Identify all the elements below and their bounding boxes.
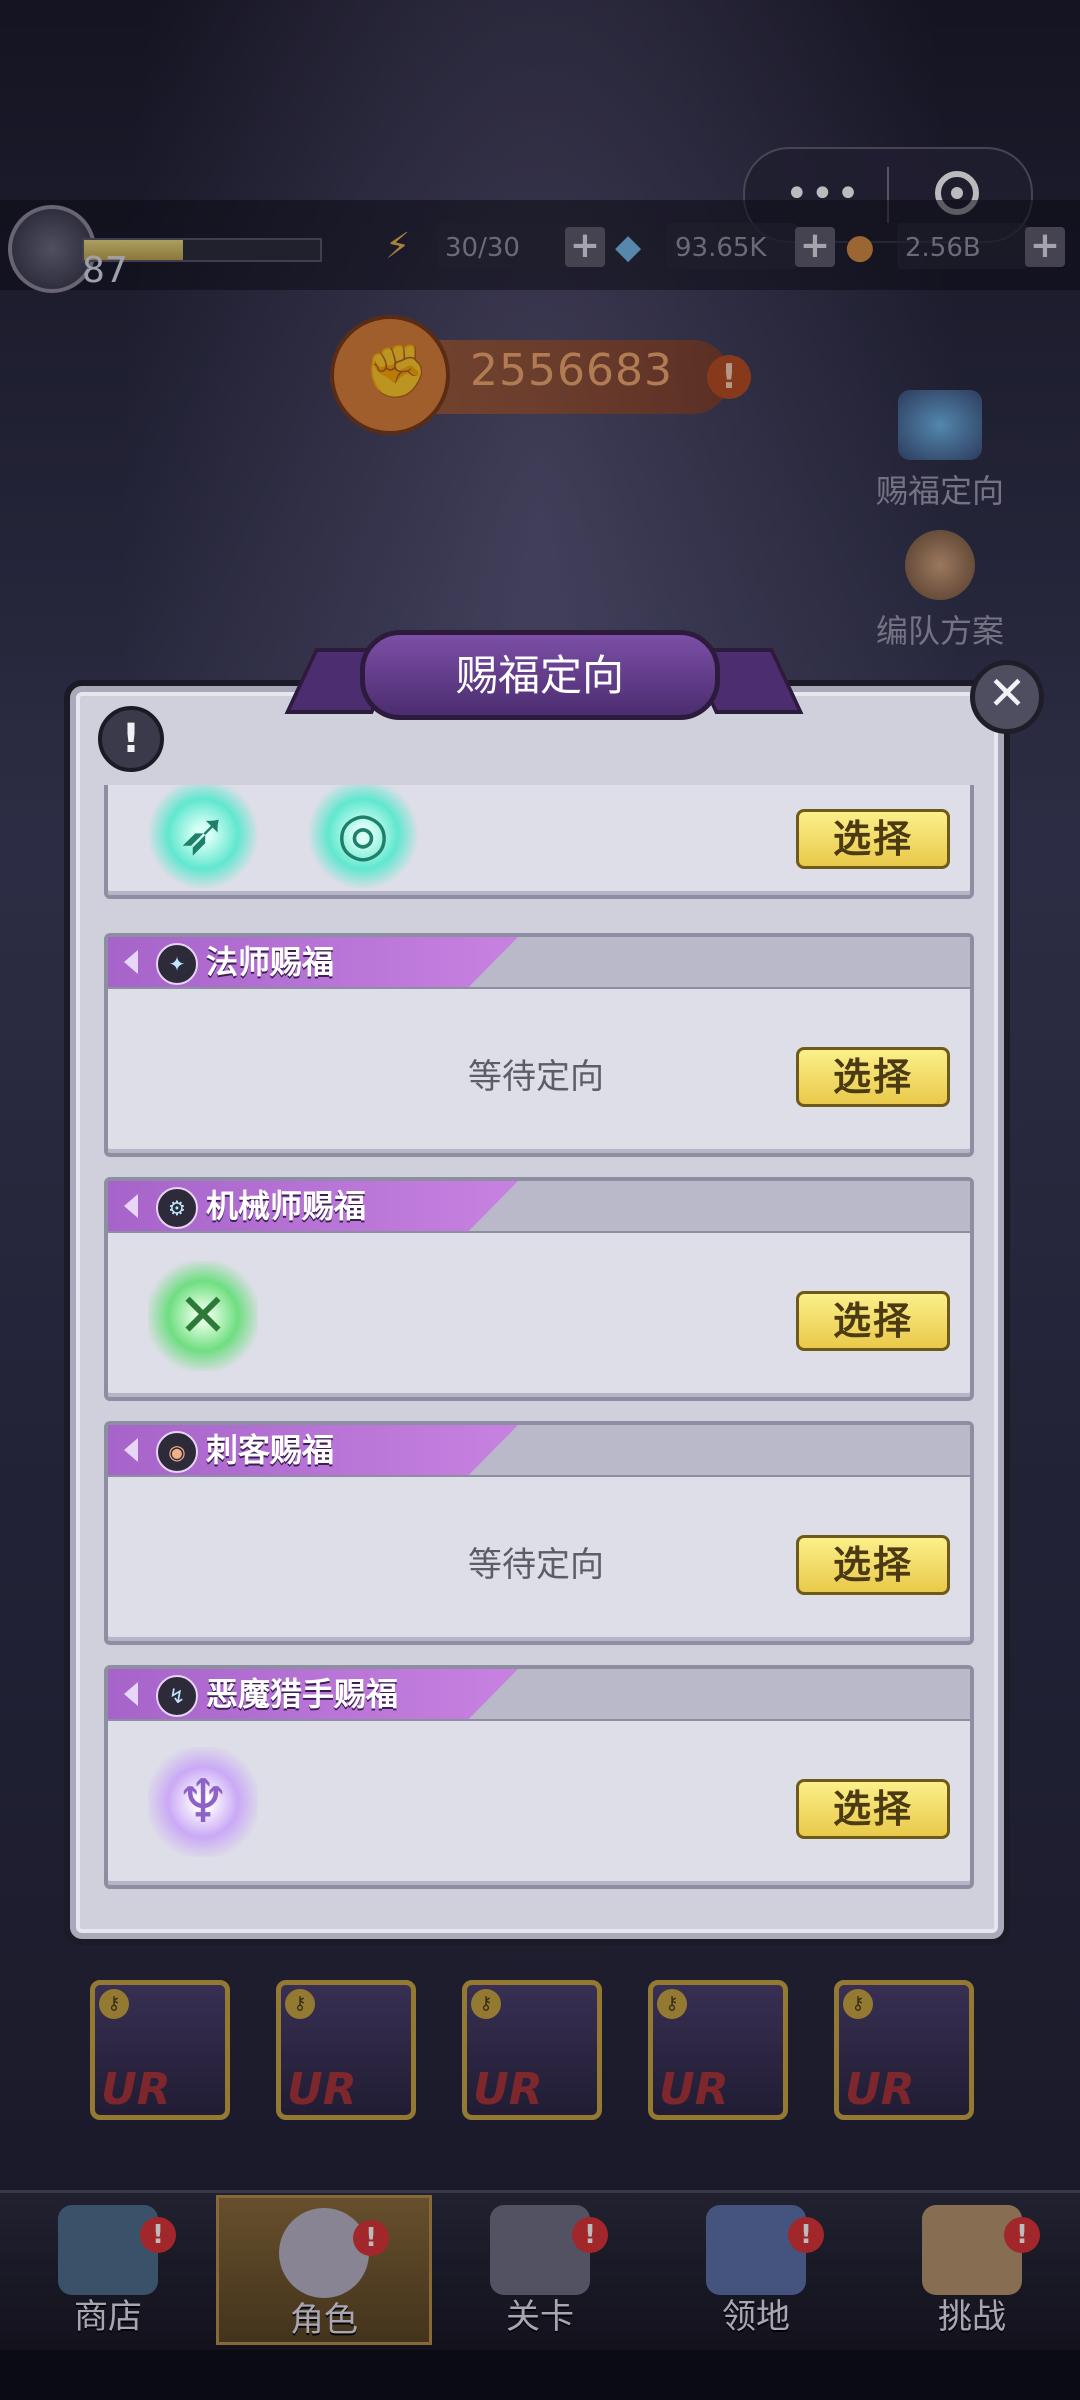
card-tag: ◉ 刺客赐福 [108,1425,518,1475]
notification-badge: ! [788,2217,824,2253]
nav-shop-label: 商店 [74,2297,142,2337]
castle-icon [706,2205,806,2295]
select-button[interactable]: 选择 [796,1779,950,1839]
notification-badge: ! [1004,2217,1040,2253]
gem-resource: ◆ 93.65K + [615,223,835,273]
tag-arrow-icon [124,950,138,974]
add-energy-button[interactable]: + [565,227,605,267]
hero-rarity: UR [845,2064,915,2115]
blessing-card-mechanic: ⚙ 机械师赐福 ✕ 选择 [104,1177,974,1401]
hero-card[interactable]: ⚷ UR [90,1980,230,2120]
blessing-card-demon-hunter: ↯ 恶魔猎手赐福 ♆ 选择 [104,1665,974,1889]
waiting-text: 等待定向 [468,1545,604,1585]
notification-badge: ! [353,2220,389,2256]
role-icon [279,2208,369,2298]
nav-challenge[interactable]: 挑战 ! [864,2195,1080,2345]
blessing-side-label: 赐福定向 [875,472,1004,510]
key-icon: ⚷ [471,1989,501,2019]
energy-resource: ⚡ 30/30 + [385,223,605,273]
blessing-altar-icon [898,390,982,460]
crossed-swords-icon [490,2205,590,2295]
formation-doll-icon [905,530,975,600]
select-button[interactable]: 选择 [796,1291,950,1351]
key-icon: ⚷ [99,1989,129,2019]
system-home-bar [0,2350,1080,2400]
shop-icon [58,2205,158,2295]
card-tag: ⚙ 机械师赐福 [108,1181,518,1231]
close-icon[interactable]: ✕ [970,660,1044,734]
gem-value: 93.65K [667,223,797,269]
hero-card[interactable]: ⚷ UR [648,1980,788,2120]
tag-arrow-icon [124,1438,138,1462]
swirl-icon: ◉ [156,1431,198,1473]
gear-icon: ⚙ [156,1187,198,1229]
energy-icon: ⚡ [385,226,411,267]
key-icon: ⚷ [657,1989,687,2019]
boot-icon: ↯ [156,1675,198,1717]
blessing-side-button[interactable]: 赐福定向 [860,390,1020,512]
blessing-card-assassin: ◉ 刺客赐福 等待定向 选择 [104,1421,974,1645]
hero-rarity: UR [473,2064,543,2115]
key-icon: ⚷ [285,1989,315,2019]
claw-strike-icon: ➶ [148,785,258,889]
select-button[interactable]: 选择 [796,809,950,869]
blessing-card-mage: ✦ 法师赐福 等待定向 选择 [104,933,974,1157]
nav-role[interactable]: 角色 ! [216,2195,432,2345]
wrench-tools-icon: ✕ [148,1261,258,1371]
formation-side-label: 编队方案 [875,612,1004,650]
nav-stage-label: 关卡 [506,2297,574,2337]
select-button[interactable]: 选择 [796,1535,950,1595]
formation-side-button[interactable]: 编队方案 [860,530,1020,652]
coin-resource: ● 2.56B + [845,223,1075,273]
power-info-button[interactable]: ! [707,355,751,399]
notification-badge: ! [140,2217,176,2253]
staff-icon: ✦ [156,943,198,985]
nav-territory[interactable]: 领地 ! [648,2195,864,2345]
hero-rarity: UR [659,2064,729,2115]
nav-territory-label: 领地 [722,2297,790,2337]
hero-rarity: UR [101,2064,171,2115]
blessing-list[interactable]: ➶ ◎ 选择 ✦ 法师赐福 等待定向 选择 ⚙ 机械师赐福 ✕ 选择 ◉ 刺客赐… [104,785,974,1895]
nav-challenge-label: 挑战 [938,2297,1006,2337]
hero-card[interactable]: ⚷ UR [276,1980,416,2120]
scroll-map-icon [922,2205,1022,2295]
bullet-target-icon: ◎ [308,785,418,889]
card-label: 法师赐福 [206,943,335,981]
add-gem-button[interactable]: + [795,227,835,267]
info-icon[interactable]: ! [98,706,164,772]
key-icon: ⚷ [843,1989,873,2019]
fist-icon: ✊ [330,315,450,435]
hero-rarity: UR [287,2064,357,2115]
coin-value: 2.56B [897,223,1027,269]
tag-arrow-icon [124,1194,138,1218]
blessing-card-first: ➶ ◎ 选择 [104,785,974,899]
gem-icon: ◆ [615,227,642,267]
coin-icon: ● [845,227,875,267]
spiral-totem-icon: ♆ [148,1747,258,1857]
card-label: 恶魔猎手赐福 [206,1675,399,1713]
nav-shop[interactable]: 商店 ! [0,2195,216,2345]
notification-badge: ! [572,2217,608,2253]
card-tag: ✦ 法师赐福 [108,937,518,987]
energy-value: 30/30 [437,223,567,269]
add-coin-button[interactable]: + [1025,227,1065,267]
modal-title: 赐福定向 [360,630,720,720]
hero-card[interactable]: ⚷ UR [462,1980,602,2120]
tag-arrow-icon [124,1682,138,1706]
card-tag: ↯ 恶魔猎手赐福 [108,1669,518,1719]
nav-stage[interactable]: 关卡 ! [432,2195,648,2345]
waiting-text: 等待定向 [468,1057,604,1097]
power-value: 2556683 [470,345,673,396]
card-label: 机械师赐福 [206,1187,367,1225]
nav-role-label: 角色 [290,2300,358,2340]
card-label: 刺客赐福 [206,1431,335,1469]
select-button[interactable]: 选择 [796,1047,950,1107]
hero-card[interactable]: ⚷ UR [834,1980,974,2120]
player-level: 87 [82,250,128,291]
